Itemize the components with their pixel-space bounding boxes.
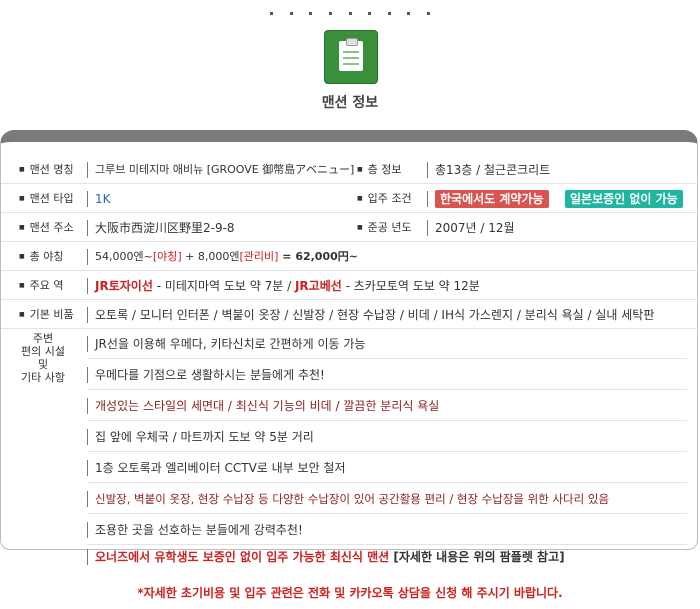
korea-contract-badge: 한국에서도 계약가능 — [435, 190, 549, 208]
row-rent: 총 야칭 54,000엔~[야칭] + 8,000엔[관리비] = 62,000… — [1, 243, 699, 271]
no-guarantor-badge: 일본보증인 없이 가능 — [565, 190, 683, 208]
row-address: 맨션 주소 大阪市西淀川区野里2-9-8 준공 년도 2007년 / 12월 — [1, 214, 699, 242]
list-item: 집 앞에 우체국 / 마트까지 도보 약 5분 거리 — [87, 423, 687, 452]
footer-note: *자세한 초기비용 및 입주 관련은 전화 및 카카오톡 상담을 신청 해 주시… — [137, 586, 563, 600]
list-item: 1층 오토록과 엘리베이터 CCTV로 내부 보안 철저 — [87, 454, 687, 483]
row-equipment: 기본 비품 오토록 / 모니터 인터폰 / 벽붙이 옷장 / 신발장 / 현장 … — [1, 301, 699, 329]
address-label: 맨션 주소 — [19, 214, 74, 242]
name-value: 그루브 미테지마 애비뉴 [GROOVE 御幣島アベニュー] — [95, 163, 355, 176]
station-label: 주요 역 — [19, 272, 64, 300]
list-item: 개성있는 스타일의 세면대 / 최신식 기능의 비데 / 깔끔한 분리식 욕실 — [87, 392, 687, 421]
type-label: 맨션 타입 — [19, 185, 74, 213]
row-station: 주요 역 JR토자이선 - 미테지마역 도보 약 7분 / JR고베선 - 츠카… — [1, 272, 699, 300]
built-label: 준공 년도 — [357, 214, 412, 242]
info-panel: 맨션 명칭 그루브 미테지마 애비뉴 [GROOVE 御幣島アベニュー] 층 정… — [0, 130, 699, 565]
list-item: 우메다를 기점으로 생활하시는 분들에게 추천! — [87, 361, 687, 390]
top-dots — [270, 12, 430, 18]
list-item-highlight: 오너즈에서 유학생도 보증인 없이 입주 가능한 최신식 맨션 [자세한 내용은… — [87, 543, 687, 571]
type-value: 1K — [95, 192, 111, 206]
floors-value: 총13층 / 철근콘크리트 — [435, 163, 551, 177]
condition-label: 입주 조건 — [357, 185, 412, 213]
row-name: 맨션 명칭 그루브 미테지마 애비뉴 [GROOVE 御幣島アベニュー] 층 정… — [1, 156, 699, 184]
built-value: 2007년 / 12월 — [435, 221, 515, 235]
rent-label: 총 야칭 — [19, 243, 64, 271]
rent-value: 54,000엔~[야칭] + 8,000엔[관리비] = 62,000円~ — [95, 250, 358, 263]
row-type: 맨션 타입 1K 입주 조건 한국에서도 계약가능 일본보증인 없이 가능 — [1, 185, 699, 213]
clipboard-icon — [324, 30, 378, 84]
equipment-label: 기본 비품 — [19, 301, 74, 329]
floors-label: 층 정보 — [357, 156, 402, 184]
list-item: 조용한 곳을 선호하는 분들에게 강력추천! — [87, 516, 687, 545]
station-value: JR토자이선 - 미테지마역 도보 약 7분 / JR고베선 - 츠카모토역 도… — [95, 279, 480, 293]
page-title: 맨션 정보 — [321, 95, 379, 111]
around-label: 주변 편의 시설 및 기타 사항 — [21, 332, 65, 384]
name-label: 맨션 명칭 — [19, 156, 74, 184]
address-value: 大阪市西淀川区野里2-9-8 — [95, 221, 235, 235]
equipment-value: 오토록 / 모니터 인터폰 / 벽붙이 옷장 / 신발장 / 현장 수납장 / … — [95, 308, 655, 322]
list-item: 신발장, 벽붙이 옷장, 현장 수납장 등 다양한 수납장이 있어 공간활용 편… — [87, 485, 687, 514]
list-item: JR선을 이용해 우메다, 키타신치로 간편하게 이동 가능 — [87, 330, 687, 359]
